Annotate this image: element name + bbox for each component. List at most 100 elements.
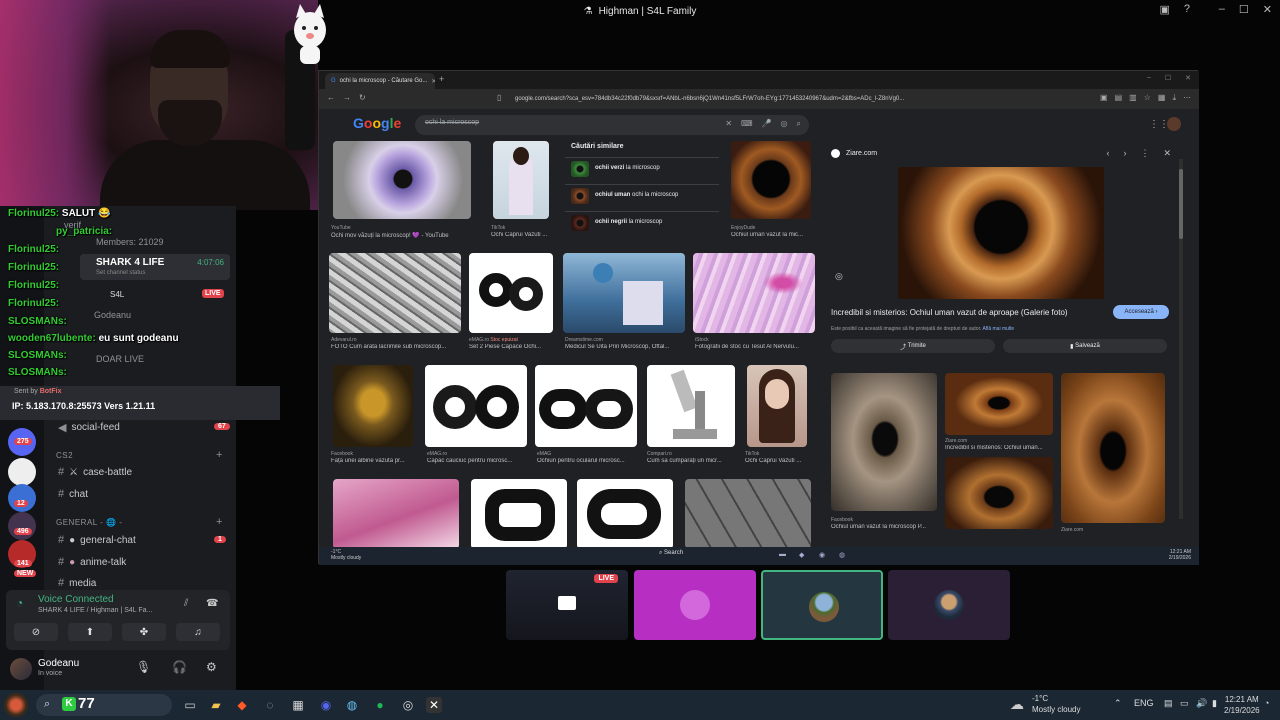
- stream-tile[interactable]: [761, 570, 883, 640]
- channel-status[interactable]: Set channel status: [96, 270, 145, 276]
- channel-case-battle[interactable]: # ⚔ case-battle: [58, 466, 132, 478]
- visit-button[interactable]: Accesează ›: [1113, 305, 1169, 319]
- preview-title[interactable]: Incredibil si misterios: Ochiul uman vaz…: [831, 308, 1068, 317]
- related-image[interactable]: [945, 373, 1053, 435]
- inner-search[interactable]: ⌕ Search: [659, 550, 683, 557]
- forward-icon[interactable]: →: [343, 93, 351, 102]
- minimize-button[interactable]: –: [1147, 74, 1151, 82]
- clear-icon[interactable]: ✕: [725, 119, 732, 129]
- related-image[interactable]: [831, 373, 937, 511]
- channel-media[interactable]: # media: [58, 577, 96, 589]
- result-image[interactable]: [469, 253, 553, 333]
- minimize-button[interactable]: –: [1219, 3, 1225, 16]
- obs-icon[interactable]: ◎: [400, 697, 416, 713]
- favorites-icon[interactable]: ☆: [1144, 93, 1151, 103]
- share-button[interactable]: ⤴ Trimite: [831, 339, 995, 353]
- downloads-icon[interactable]: ⤓: [1172, 93, 1176, 103]
- result-caption[interactable]: Fotografii de stoc cu Tesut Al Nervulu..…: [695, 344, 819, 350]
- reload-icon[interactable]: ↻: [359, 93, 366, 102]
- steam-icon[interactable]: ◍: [344, 697, 360, 713]
- stream-tile[interactable]: [888, 570, 1010, 640]
- result-caption[interactable]: Ochiuri pentru ocularul microsc...: [537, 458, 641, 464]
- inbox-icon[interactable]: ▣: [1159, 3, 1169, 16]
- result-image[interactable]: [471, 479, 567, 549]
- capcut-icon[interactable]: ✕: [426, 697, 442, 713]
- server-icon[interactable]: [8, 512, 36, 540]
- stream-tile[interactable]: [634, 570, 756, 640]
- screen-share-button[interactable]: ⬆: [68, 623, 112, 641]
- discord-icon[interactable]: ◉: [819, 551, 825, 559]
- mic-icon[interactable]: 🎙: [136, 660, 151, 674]
- settings-icon[interactable]: ⋯: [1183, 93, 1191, 103]
- result-image[interactable]: [329, 253, 461, 333]
- channel-anime-talk[interactable]: # ● anime-talk: [58, 556, 126, 568]
- camera-button[interactable]: ⊘: [14, 623, 58, 641]
- calculator-icon[interactable]: ▦: [290, 697, 306, 713]
- related-image[interactable]: [945, 457, 1053, 529]
- display-icon[interactable]: ▭: [1180, 698, 1189, 709]
- next-icon[interactable]: ›: [1123, 148, 1126, 159]
- help-icon[interactable]: ?: [1184, 3, 1190, 16]
- avatar[interactable]: [1167, 117, 1181, 131]
- result-image[interactable]: [425, 365, 527, 447]
- voice-user-row[interactable]: SHARK 4 LIFE 4:07:06 Set channel status: [80, 254, 230, 280]
- channel-chat[interactable]: # chat: [58, 488, 88, 500]
- keyboard-icon[interactable]: ⌨: [741, 119, 753, 129]
- result-caption[interactable]: Ochi Caprui Vazuti ...: [491, 232, 551, 238]
- prev-icon[interactable]: ‹: [1106, 148, 1109, 159]
- more-icon[interactable]: ⋮: [1140, 148, 1149, 159]
- spotify-icon[interactable]: ●: [372, 697, 388, 713]
- url-field[interactable]: google.com/search?sca_esv=784db34c22f0db…: [515, 92, 1015, 106]
- server-icon[interactable]: [8, 484, 36, 512]
- result-caption[interactable]: FOTO Cum arată lacrimile sub microscop..…: [331, 344, 465, 350]
- taskbar-clock[interactable]: 12:21 AM 2/19/2026: [1224, 694, 1260, 716]
- tray-chevron-icon[interactable]: ⌃: [1114, 698, 1122, 709]
- noise-suppression-icon[interactable]: ⫽: [184, 598, 188, 609]
- result-image[interactable]: [493, 141, 549, 219]
- preview-source[interactable]: Ziare.com: [831, 149, 877, 158]
- app-icon[interactable]: ◌: [262, 697, 278, 713]
- related-item[interactable]: ochiul uman ochi la microscop: [565, 184, 719, 206]
- voice-channel-label[interactable]: SHARK 4 LIFE / Highman | S4L Fa...: [38, 607, 152, 614]
- maximize-button[interactable]: ☐: [1239, 3, 1249, 16]
- language-indicator[interactable]: ENG: [1134, 698, 1154, 708]
- result-caption[interactable]: Ochi Caprui Vazuti ...: [745, 458, 815, 464]
- disconnect-icon[interactable]: ☎: [206, 598, 218, 609]
- browser-tab[interactable]: G ochi la microscop - Căutare Go... ✕: [325, 73, 435, 89]
- discord-icon[interactable]: ◉: [318, 697, 334, 713]
- result-caption[interactable]: Set 2 Piese Capace Ochi...: [469, 344, 555, 350]
- category-general[interactable]: GENERAL - 🌐 -: [56, 518, 122, 527]
- taskbar-search[interactable]: ⌕ K 77: [36, 694, 172, 716]
- result-caption[interactable]: Capac cauciuc pentru microsc...: [427, 458, 531, 464]
- scrollbar-thumb[interactable]: [1179, 169, 1183, 239]
- start-avatar-icon[interactable]: [4, 693, 28, 717]
- task-view-icon[interactable]: ▭: [182, 697, 198, 713]
- category-cs2[interactable]: CS2: [56, 451, 73, 460]
- close-button[interactable]: ✕: [1263, 3, 1272, 16]
- steam-icon[interactable]: ◍: [839, 551, 845, 559]
- related-item[interactable]: ochii verzi la microscop: [565, 157, 719, 179]
- volume-icon[interactable]: 🔊: [1196, 698, 1207, 709]
- search-icon[interactable]: ⌕: [797, 119, 801, 129]
- tab-close-icon[interactable]: ✕: [431, 78, 435, 85]
- result-image[interactable]: [563, 253, 685, 333]
- save-button[interactable]: ▮ Salvează: [1003, 339, 1167, 353]
- bookmark-icon[interactable]: ▯: [497, 93, 501, 102]
- soundboard-button[interactable]: ♫: [176, 623, 220, 641]
- close-button[interactable]: ✕: [1185, 74, 1191, 82]
- result-image[interactable]: [577, 479, 673, 549]
- server-icon[interactable]: [8, 458, 36, 486]
- related-caption[interactable]: Ochiul uman văzut la microscop P...: [831, 524, 937, 530]
- gear-icon[interactable]: ⚙: [206, 660, 217, 674]
- result-image[interactable]: [731, 141, 811, 219]
- lens-icon[interactable]: ◎: [835, 271, 843, 282]
- channel-general-chat[interactable]: # ● general-chat: [58, 534, 136, 546]
- headphones-icon[interactable]: 🎧: [172, 660, 187, 674]
- new-tab-button[interactable]: +: [439, 74, 444, 84]
- result-image[interactable]: [333, 479, 459, 549]
- related-image[interactable]: [1061, 373, 1165, 523]
- result-image[interactable]: [747, 365, 807, 447]
- stream-tile[interactable]: LIVE: [506, 570, 628, 640]
- result-caption[interactable]: Fața unei albine văzută pr...: [331, 458, 415, 464]
- result-caption[interactable]: Ochiul uman vazut la mic...: [731, 232, 815, 238]
